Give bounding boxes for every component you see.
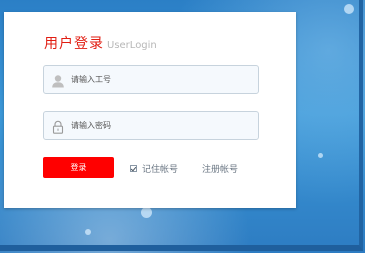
username-field[interactable] — [43, 65, 259, 94]
password-field[interactable] — [43, 111, 259, 140]
decorative-bubble — [141, 207, 152, 218]
remember-account-label: 记住帐号 — [142, 165, 179, 175]
login-title: 用户登录 UserLogin — [44, 33, 157, 53]
login-title-text: 用户登录 — [44, 36, 104, 52]
lock-icon — [51, 119, 65, 134]
checkbox-checked-icon[interactable] — [130, 165, 137, 172]
decorative-bubble — [344, 4, 354, 14]
decorative-bubble — [318, 153, 323, 158]
user-icon — [51, 73, 65, 88]
decorative-bubble — [85, 229, 91, 235]
register-link[interactable]: 注册帐号 — [202, 162, 238, 175]
username-input[interactable] — [71, 66, 251, 93]
login-button[interactable]: 登录 — [43, 157, 114, 178]
login-subtitle: UserLogin — [107, 40, 157, 51]
password-input[interactable] — [71, 112, 251, 139]
login-card: 用户登录 UserLogin 登录 记住帐号 注册帐号 — [4, 12, 296, 208]
remember-account[interactable]: 记住帐号 — [130, 162, 178, 175]
